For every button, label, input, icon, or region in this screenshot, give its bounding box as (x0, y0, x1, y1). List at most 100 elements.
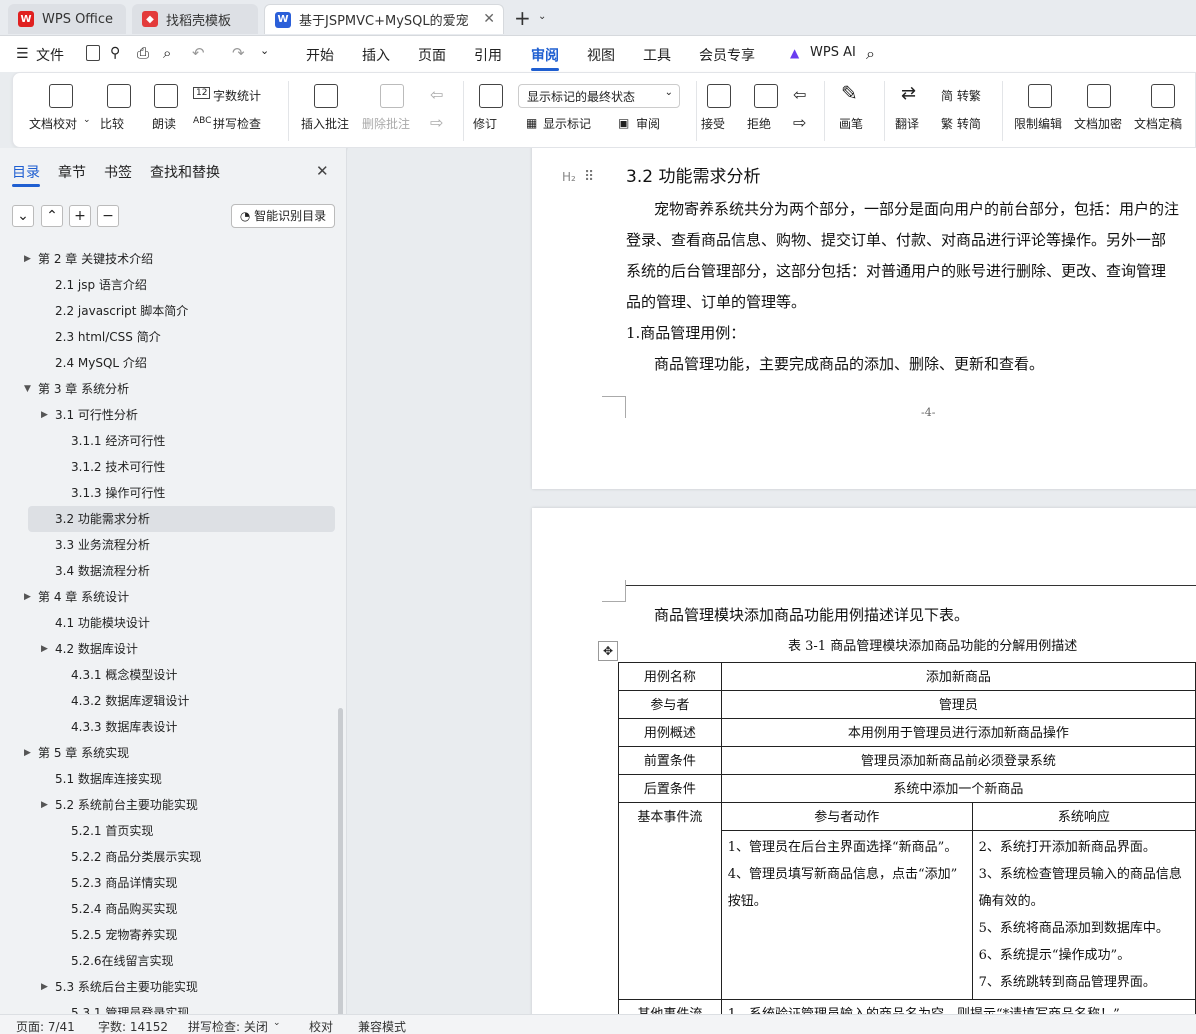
toc-item[interactable]: 5.2.5 宠物寄养实现 (0, 922, 335, 948)
save-icon[interactable] (86, 45, 100, 61)
prev-change-icon[interactable]: ⇦ (793, 85, 806, 104)
print-icon[interactable]: ⎙ (137, 44, 149, 62)
next-change-icon[interactable]: ⇨ (793, 113, 806, 132)
tab-docer[interactable]: ◆ 找稻壳模板 (132, 4, 258, 34)
undo-icon[interactable]: ↶ (192, 44, 205, 62)
toc-item[interactable]: 5.2.4 商品购买实现 (0, 896, 335, 922)
delete-comment-button[interactable]: 删除批注 (362, 115, 410, 132)
collapse-down-icon[interactable]: ⌄ (12, 205, 34, 227)
toc-scrollbar[interactable] (338, 708, 343, 1018)
restrict-edit-button[interactable]: 限制编辑 (1014, 115, 1062, 132)
read-aloud-button[interactable]: 朗读 (152, 115, 176, 132)
toc-item[interactable]: ▶ 第 2 章 关键技术介绍 (0, 246, 335, 272)
collapse-up-icon[interactable]: ⌃ (41, 205, 63, 227)
collapsed-arrow-icon[interactable]: ▶ (41, 974, 48, 1000)
revise-button[interactable]: 修订 (473, 115, 497, 132)
toc-item[interactable]: ▶ 3.1 可行性分析 (0, 402, 335, 428)
tab-wps-office[interactable]: W WPS Office (8, 4, 126, 34)
show-markup-button[interactable]: 显示标记 (543, 115, 591, 132)
to-traditional-button[interactable]: 简 转繁 (941, 87, 981, 104)
next-comment-icon[interactable]: ⇨ (430, 113, 443, 132)
word-count-indicator[interactable]: 字数: 14152 (98, 1018, 168, 1034)
toc-item[interactable]: 3.4 数据流程分析 (0, 558, 335, 584)
toc-item[interactable]: 3.1.2 技术可行性 (0, 454, 335, 480)
new-tab-icon[interactable]: + (514, 6, 531, 30)
insert-comment-button[interactable]: 插入批注 (301, 115, 349, 132)
toc-item[interactable]: 5.1 数据库连接实现 (0, 766, 335, 792)
tab-toc[interactable]: 目录 (12, 162, 40, 182)
page-indicator[interactable]: 页面: 7/41 (16, 1018, 75, 1034)
expanded-arrow-icon[interactable]: ▼ (24, 376, 31, 402)
finalize-button[interactable]: 文档定稿 (1134, 115, 1182, 132)
tab-document[interactable]: W 基于JSPMVC+MySQL的爱宠 ✕ (264, 4, 504, 34)
toc-item[interactable]: 4.3.1 概念模型设计 (0, 662, 335, 688)
reject-button[interactable]: 拒绝 (747, 115, 771, 132)
collapsed-arrow-icon[interactable]: ▶ (41, 402, 48, 428)
tab-find-replace[interactable]: 查找和替换 (150, 162, 220, 182)
toc-item[interactable]: ▼ 第 3 章 系统分析 (0, 376, 335, 402)
quick-access-chevron-icon[interactable]: ⌄ (260, 44, 269, 57)
search-icon[interactable]: ⌕ (866, 44, 875, 64)
toc-item[interactable]: ▶ 5.2 系统前台主要功能实现 (0, 792, 335, 818)
toc-item[interactable]: 4.3.2 数据库逻辑设计 (0, 688, 335, 714)
menu-page[interactable]: 页面 (418, 45, 446, 65)
toc-item[interactable]: 2.4 MySQL 介绍 (0, 350, 335, 376)
toc-item[interactable]: 3.2 功能需求分析 (28, 506, 335, 532)
add-icon[interactable]: + (69, 205, 91, 227)
chevron-down-icon[interactable]: ⌄ (273, 1018, 281, 1028)
spell-check-status[interactable]: 拼写检查: 关闭 (188, 1018, 268, 1034)
smart-toc-button[interactable]: ◔ 智能识别目录 (231, 204, 335, 228)
menu-wps-ai[interactable]: WPS AI (810, 45, 856, 60)
close-icon[interactable]: ✕ (316, 162, 329, 180)
tab-bookmarks[interactable]: 书签 (104, 162, 132, 182)
menu-home[interactable]: 开始 (306, 45, 334, 65)
print-preview-icon[interactable]: ⌕ (163, 44, 171, 62)
review-pane-button[interactable]: 审阅 (636, 115, 660, 132)
word-count-button[interactable]: 字数统计 (213, 87, 261, 104)
toc-item[interactable]: 5.2.3 商品详情实现 (0, 870, 335, 896)
toc-item[interactable]: 3.3 业务流程分析 (0, 532, 335, 558)
drag-handle-icon[interactable]: ⠿ (584, 169, 594, 185)
hamburger-icon[interactable]: ☰ (16, 46, 29, 62)
toc-item[interactable]: ▶ 第 5 章 系统实现 (0, 740, 335, 766)
markup-state-select[interactable]: 显示标记的最终状态 ⌄ (518, 84, 680, 108)
ink-button[interactable]: 画笔 (839, 115, 863, 132)
remove-icon[interactable]: − (97, 205, 119, 227)
toc-item[interactable]: 4.1 功能模块设计 (0, 610, 335, 636)
collapsed-arrow-icon[interactable]: ▶ (24, 740, 31, 766)
collapsed-arrow-icon[interactable]: ▶ (24, 584, 31, 610)
tab-chapters[interactable]: 章节 (58, 162, 86, 182)
menu-insert[interactable]: 插入 (362, 45, 390, 65)
toc-item[interactable]: 5.2.1 首页实现 (0, 818, 335, 844)
table-move-icon[interactable]: ✥ (598, 641, 618, 661)
toc-item[interactable]: 5.2.2 商品分类展示实现 (0, 844, 335, 870)
compare-button[interactable]: 比较 (100, 115, 124, 132)
toc-item[interactable]: 2.2 javascript 脚本简介 (0, 298, 335, 324)
toc-item[interactable]: 5.2.6在线留言实现 (0, 948, 335, 974)
chevron-down-icon[interactable]: ⌄ (83, 115, 91, 125)
toc-item[interactable]: 2.1 jsp 语言介绍 (0, 272, 335, 298)
menu-member[interactable]: 会员专享 (699, 45, 755, 65)
toc-item[interactable]: 2.3 html/CSS 简介 (0, 324, 335, 350)
share-icon[interactable]: ⚲ (110, 45, 120, 61)
encrypt-button[interactable]: 文档加密 (1074, 115, 1122, 132)
doc-check-button[interactable]: 文档校对 (29, 115, 77, 132)
to-simplified-button[interactable]: 繁 转简 (941, 115, 981, 132)
collapsed-arrow-icon[interactable]: ▶ (41, 636, 48, 662)
toc-item[interactable]: 3.1.1 经济可行性 (0, 428, 335, 454)
menu-tools[interactable]: 工具 (643, 45, 671, 65)
prev-comment-icon[interactable]: ⇦ (430, 85, 443, 104)
close-icon[interactable]: ✕ (483, 11, 495, 27)
menu-review[interactable]: 审阅 (531, 45, 559, 65)
menu-reference[interactable]: 引用 (474, 45, 502, 65)
toc-item[interactable]: ▶ 4.2 数据库设计 (0, 636, 335, 662)
menu-file[interactable]: 文件 (36, 45, 64, 65)
toc-item[interactable]: 4.3.3 数据库表设计 (0, 714, 335, 740)
redo-icon[interactable]: ↷ (232, 44, 245, 62)
accept-button[interactable]: 接受 (701, 115, 725, 132)
toc-item[interactable]: ▶ 第 4 章 系统设计 (0, 584, 335, 610)
menu-view[interactable]: 视图 (587, 45, 615, 65)
toc-item[interactable]: ▶ 5.3 系统后台主要功能实现 (0, 974, 335, 1000)
chevron-down-icon[interactable]: ⌄ (538, 11, 546, 22)
document-canvas[interactable]: H₂ ⠿ 3.2 功能需求分析 宠物寄养系统共分为两个部分，一部分是面向用户的前… (348, 148, 1196, 1014)
